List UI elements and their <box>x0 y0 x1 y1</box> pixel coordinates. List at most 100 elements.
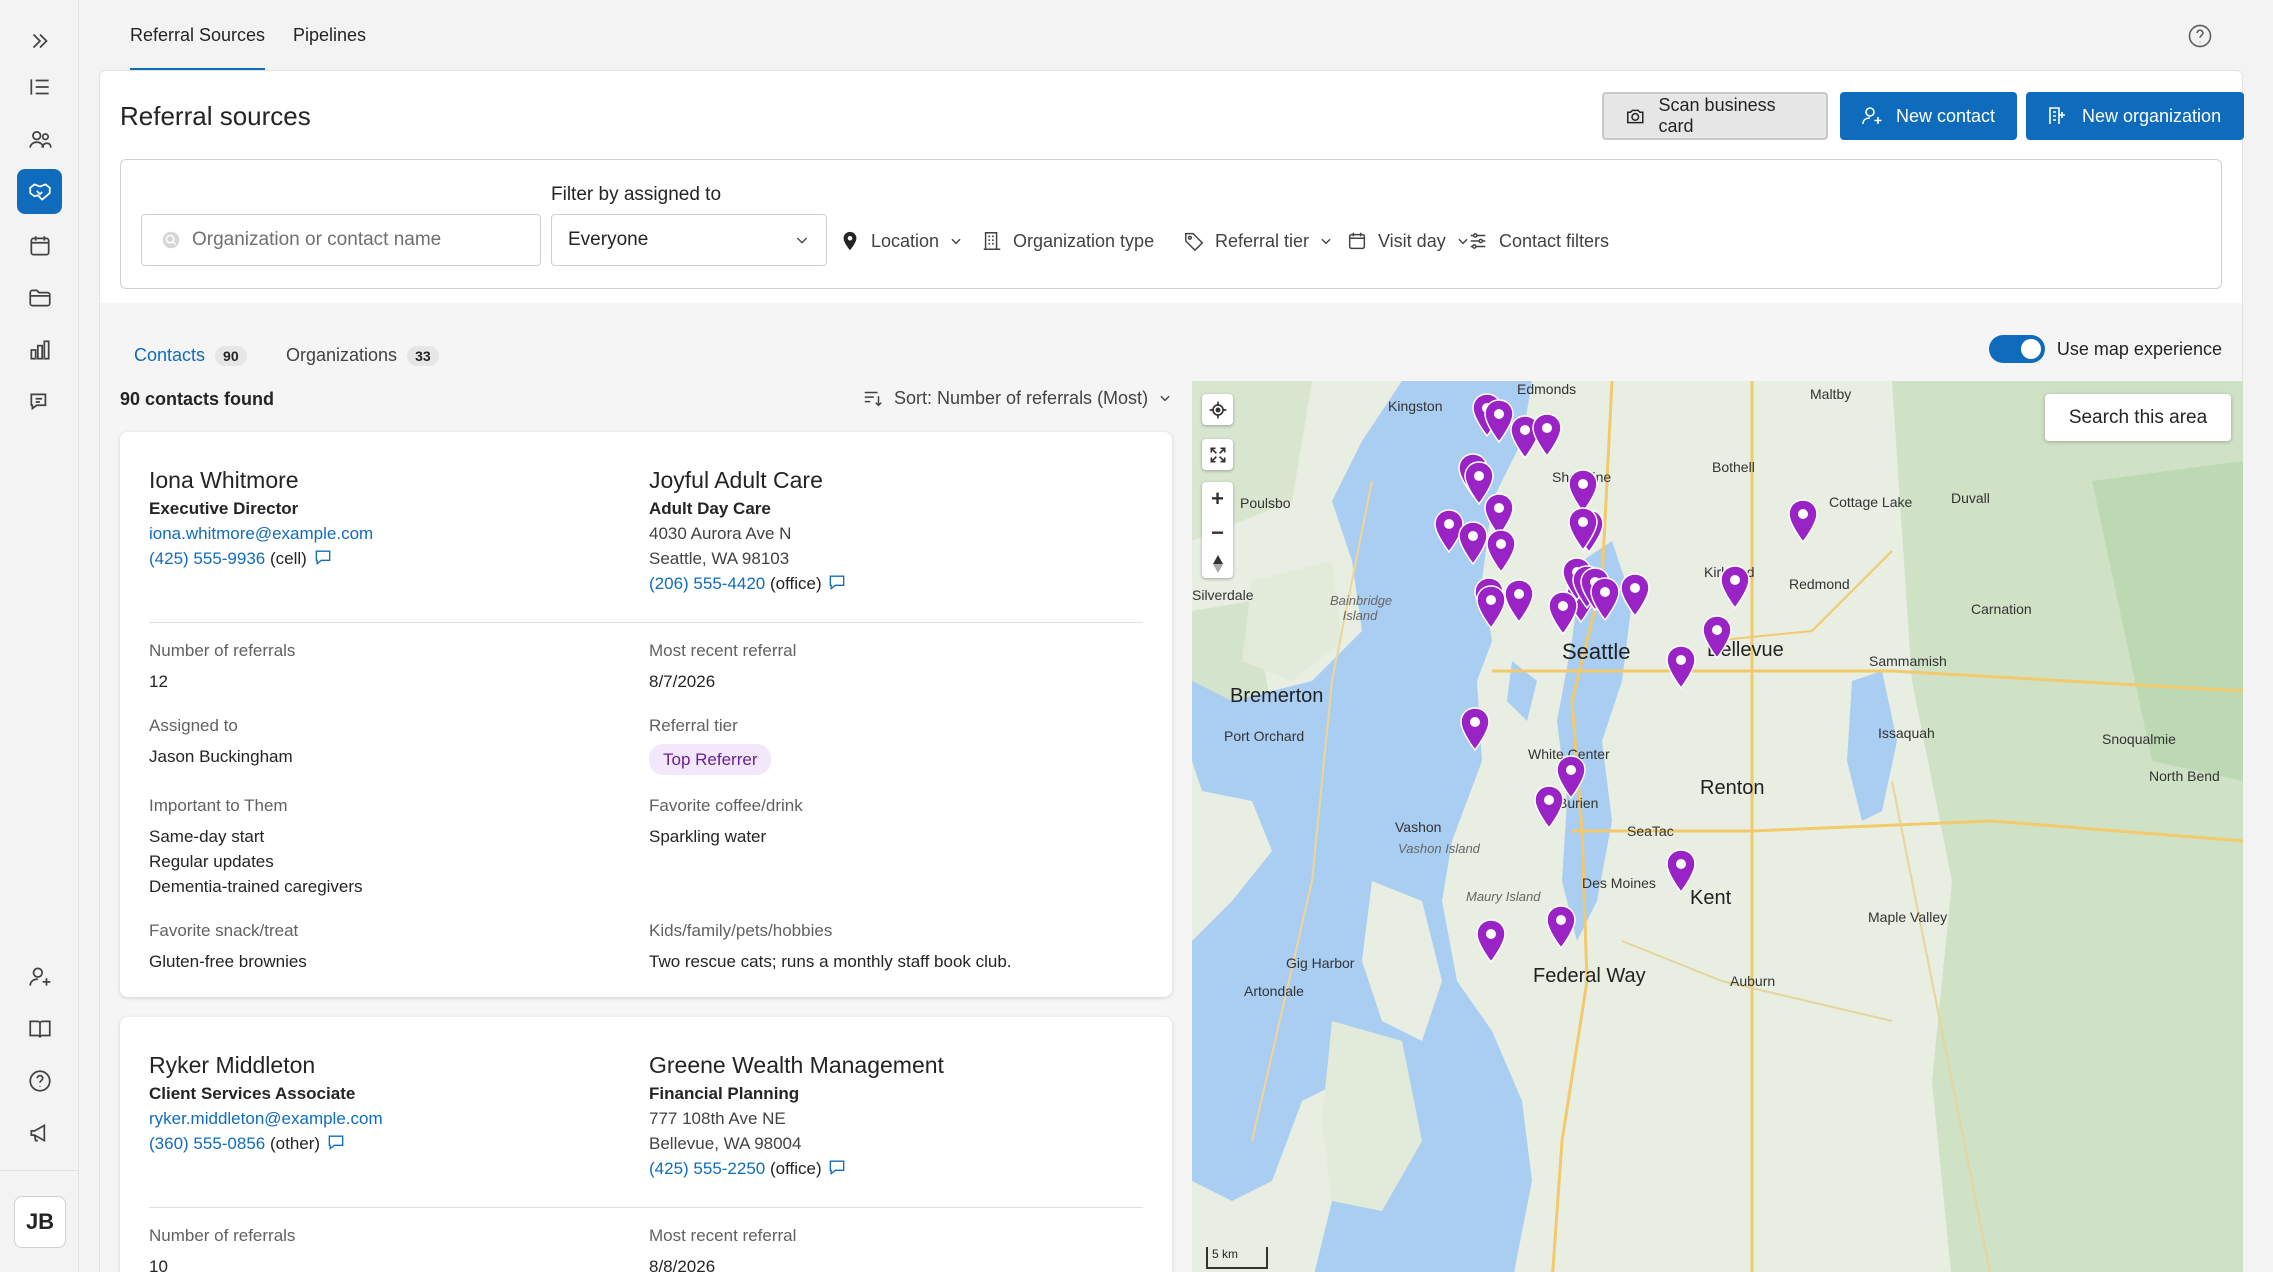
location-pin-icon <box>843 231 857 251</box>
contact-phone[interactable]: (360) 555-0856 <box>149 1134 265 1153</box>
label-cottage-lake: Cottage Lake <box>1829 494 1913 510</box>
map-pin[interactable] <box>1546 905 1576 949</box>
org-phone[interactable]: (206) 555-4420 <box>649 574 765 593</box>
search-box[interactable] <box>141 214 541 266</box>
org-phone[interactable]: (425) 555-2250 <box>649 1159 765 1178</box>
map[interactable]: Edmonds Kingston Maltby Shoreline Bothel… <box>1192 381 2243 1272</box>
person-add-icon[interactable] <box>17 954 62 999</box>
visit-day-filter[interactable]: Visit day <box>1346 230 1470 252</box>
contact-name[interactable]: Iona Whitmore <box>149 464 373 496</box>
handshake-icon[interactable] <box>17 169 62 214</box>
sliders-icon <box>1470 233 1486 249</box>
book-icon[interactable] <box>17 1006 62 1051</box>
chat-icon[interactable] <box>325 1132 347 1152</box>
contact-card[interactable]: Iona Whitmore Executive Director iona.wh… <box>120 432 1172 997</box>
contact-email[interactable]: ryker.middleton@example.com <box>149 1106 383 1131</box>
label-kent: Kent <box>1690 887 1732 909</box>
label-vashon-island: Vashon Island <box>1398 841 1480 856</box>
map-pin[interactable] <box>1534 785 1564 829</box>
map-pin[interactable] <box>1568 507 1598 551</box>
locate-me-button[interactable] <box>1202 394 1233 425</box>
folder-icon[interactable] <box>17 275 62 320</box>
contact-name[interactable]: Ryker Middleton <box>149 1049 383 1081</box>
label-bremerton: Bremerton <box>1230 685 1324 707</box>
new-organization-button[interactable]: New organization <box>2026 92 2244 140</box>
assigned-filter-label: Filter by assigned to <box>551 184 722 205</box>
scan-business-card-button[interactable]: Scan business card <box>1602 92 1828 140</box>
fullscreen-button[interactable] <box>1202 439 1233 470</box>
map-pin[interactable] <box>1486 529 1516 573</box>
list-icon[interactable] <box>17 64 62 109</box>
help-circle-icon[interactable] <box>2186 22 2214 50</box>
referrals-field: Number of referrals 12 <box>149 641 296 691</box>
tier-badge: Top Referrer <box>649 744 772 775</box>
map-pin[interactable] <box>1720 565 1750 609</box>
orgs-count-badge: 33 <box>407 345 439 366</box>
map-toggle[interactable] <box>1988 335 2045 363</box>
search-input[interactable] <box>192 229 522 251</box>
tab-referral-sources[interactable]: Referral Sources <box>130 25 266 71</box>
map-pin[interactable] <box>1458 521 1488 565</box>
map-pin[interactable] <box>1666 645 1696 689</box>
map-toggle-group: Use map experience <box>1988 335 2222 363</box>
zoom-in-button[interactable]: + <box>1211 487 1224 511</box>
chat-icon[interactable] <box>312 547 334 567</box>
map-pin[interactable] <box>1476 585 1506 629</box>
org-name[interactable]: Joyful Adult Care <box>649 464 848 496</box>
label-edmonds: Edmonds <box>1517 381 1577 397</box>
org-type-filter[interactable]: Organization type <box>981 230 1154 252</box>
new-contact-button[interactable]: New contact <box>1840 92 2017 140</box>
contact-email[interactable]: iona.whitmore@example.com <box>149 521 373 546</box>
org-name[interactable]: Greene Wealth Management <box>649 1049 944 1081</box>
map-pin[interactable] <box>1532 413 1562 457</box>
referral-tier-filter[interactable]: Referral tier <box>1183 230 1333 252</box>
contact-role: Executive Director <box>149 499 299 518</box>
location-filter[interactable]: Location <box>839 230 963 252</box>
zoom-out-button[interactable]: − <box>1211 521 1224 545</box>
chart-icon[interactable] <box>17 327 62 372</box>
map-pin[interactable] <box>1460 707 1490 751</box>
map-pin[interactable] <box>1702 615 1732 659</box>
label-poulsbo: Poulsbo <box>1240 495 1291 511</box>
org-type: Adult Day Care <box>649 499 771 518</box>
contact-card[interactable]: Ryker Middleton Client Services Associat… <box>120 1017 1172 1272</box>
map-base <box>1192 381 2243 1272</box>
org-address-line1: 4030 Aurora Ave N <box>649 524 792 543</box>
tab-pipelines[interactable]: Pipelines <box>293 25 366 46</box>
top-nav: Referral Sources Pipelines <box>99 0 2249 71</box>
contact-filters[interactable]: Contact filters <box>1467 230 1609 252</box>
map-pin[interactable] <box>1590 577 1620 621</box>
calendar-icon[interactable] <box>17 223 62 268</box>
compass-icon[interactable] <box>1211 555 1225 573</box>
label-federal-way: Federal Way <box>1533 965 1646 987</box>
sort-dropdown[interactable]: Sort: Number of referrals (Most) <box>862 387 1172 409</box>
label-issaquah: Issaquah <box>1878 725 1935 741</box>
help-icon[interactable] <box>17 1058 62 1103</box>
map-pin[interactable] <box>1476 919 1506 963</box>
chat-icon[interactable] <box>826 572 848 592</box>
avatar[interactable]: JB <box>14 1196 66 1248</box>
people-icon[interactable] <box>17 117 62 162</box>
map-toggle-label: Use map experience <box>2056 338 2222 359</box>
coffee-field: Favorite coffee/drink Sparkling water <box>649 796 803 846</box>
search-this-area-button[interactable]: Search this area <box>2045 394 2231 441</box>
assigned-select[interactable]: Everyone <box>551 214 827 266</box>
expand-icon[interactable] <box>17 18 62 63</box>
chat-icon[interactable] <box>17 379 62 424</box>
map-pin[interactable] <box>1788 499 1818 543</box>
target-icon <box>1209 401 1226 418</box>
chat-icon[interactable] <box>826 1157 848 1177</box>
label-maple-valley: Maple Valley <box>1868 909 1948 925</box>
building-icon <box>983 232 1001 250</box>
label-redmond: Redmond <box>1789 576 1850 592</box>
map-pin[interactable] <box>1504 579 1534 623</box>
main-panel: Referral sources Scan business card New … <box>99 70 2244 1272</box>
contact-phone[interactable]: (425) 555-9936 <box>149 549 265 568</box>
label-renton: Renton <box>1700 777 1765 799</box>
tab-organizations[interactable]: Organizations 33 <box>272 341 453 370</box>
megaphone-icon[interactable] <box>17 1110 62 1155</box>
map-pin[interactable] <box>1620 573 1650 617</box>
tab-contacts[interactable]: Contacts 90 <box>120 341 261 370</box>
zoom-controls: + − <box>1202 482 1233 578</box>
map-pin[interactable] <box>1666 849 1696 893</box>
